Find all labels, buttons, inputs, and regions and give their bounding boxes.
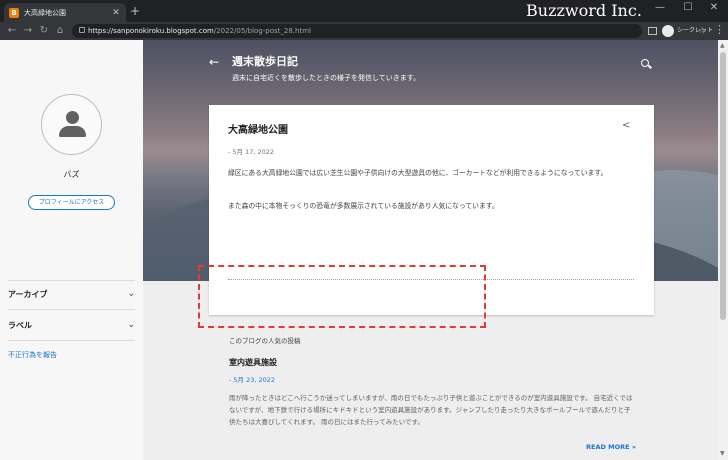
sidebar-item-labels[interactable]: ラベル ⌄ [8, 318, 135, 332]
popular-post-title[interactable]: 室内遊具施設 [229, 357, 277, 368]
blogger-favicon-icon: B [9, 7, 19, 18]
url-text: https://sanponokiroku.blogspot.com/2022/… [88, 27, 311, 35]
avatar[interactable] [41, 94, 102, 155]
sidebar-divider [8, 340, 135, 341]
forward-button[interactable]: → [22, 24, 34, 38]
browser-tab-bar: B 大高緑地公園 ✕ + Buzzword Inc. — ☐ ✕ [0, 0, 728, 22]
read-more-link[interactable]: READ MORE » [586, 443, 636, 451]
sidebar-item-archive[interactable]: アーカイブ ⌄ [8, 287, 135, 301]
maximize-button[interactable]: ☐ [680, 2, 696, 13]
lock-icon [79, 27, 85, 33]
minimize-button[interactable]: — [652, 2, 668, 13]
back-arrow-icon[interactable]: ← [209, 55, 219, 69]
incognito-label[interactable]: シークレット [677, 25, 713, 37]
visit-profile-button[interactable]: プロフィールにアクセス [28, 195, 115, 210]
back-button[interactable]: ← [6, 24, 18, 38]
popular-posts-heading: このブログの人気の投稿 [229, 337, 301, 345]
person-icon-head [66, 111, 79, 124]
sidebar: バズ プロフィールにアクセス アーカイブ ⌄ ラベル ⌄ 不正行為を報告 [0, 40, 143, 460]
side-panel-icon[interactable] [648, 27, 657, 35]
scrollbar[interactable]: ▲ ▼ [718, 40, 728, 460]
browser-toolbar: ← → ↻ ⌂ https://sanponokiroku.blogspot.c… [0, 22, 728, 40]
reload-button[interactable]: ↻ [38, 24, 50, 38]
browser-menu-icon[interactable]: ⋮ [714, 23, 725, 37]
incognito-icon[interactable] [662, 25, 674, 37]
post-date: - 5月 17, 2022 [228, 148, 275, 156]
close-window-button[interactable]: ✕ [706, 2, 722, 13]
share-icon[interactable]: < [622, 120, 630, 131]
browser-tab[interactable]: B 大高緑地公園 ✕ [4, 3, 126, 22]
chevron-down-icon: ⌄ [127, 289, 135, 299]
report-abuse-link[interactable]: 不正行為を報告 [8, 350, 57, 360]
sidebar-item-label: アーカイブ [8, 289, 48, 299]
chevron-down-icon: ⌄ [127, 320, 135, 330]
new-tab-button[interactable]: + [130, 5, 140, 17]
sidebar-item-label: ラベル [8, 320, 32, 330]
highlight-annotation [198, 265, 486, 328]
scroll-up-icon[interactable]: ▲ [720, 42, 725, 49]
author-name: バズ [63, 170, 80, 179]
scroll-down-icon[interactable]: ▼ [720, 450, 725, 457]
search-icon[interactable] [641, 59, 649, 67]
popular-post-snippet: 雨が降ったときはどこへ行こうか迷ってしまいますが、雨の日でもたっぷり子供と遊ぶこ… [229, 394, 633, 426]
blog-page: バズ プロフィールにアクセス アーカイブ ⌄ ラベル ⌄ 不正行為を報告 ← 週… [0, 40, 728, 460]
post-paragraph: 緑区にある大高緑地公園では広い芝生公園や子供向けの大型遊具の他に、ゴーカートなど… [228, 169, 608, 177]
person-icon-body [59, 126, 86, 137]
popular-post-date[interactable]: - 5月 23, 2022 [229, 374, 275, 384]
post-paragraph: また森の中に本物そっくりの恐竜が多数展示されている施設があり人気になっています。 [228, 202, 499, 210]
blog-description: 週末に自宅近くを散歩したときの様子を発信していきます。 [232, 74, 421, 82]
home-button[interactable]: ⌂ [54, 24, 66, 38]
sidebar-divider [8, 309, 135, 310]
sidebar-divider [8, 280, 135, 281]
blog-title[interactable]: 週末散歩日記 [232, 54, 298, 70]
tab-title: 大高緑地公園 [24, 8, 66, 17]
tab-close-icon[interactable]: ✕ [111, 8, 121, 18]
brand-watermark: Buzzword Inc. [526, 1, 642, 20]
post-title: 大高緑地公園 [228, 125, 288, 136]
scrollbar-thumb[interactable] [720, 52, 726, 320]
address-bar[interactable]: https://sanponokiroku.blogspot.com/2022/… [72, 24, 706, 38]
